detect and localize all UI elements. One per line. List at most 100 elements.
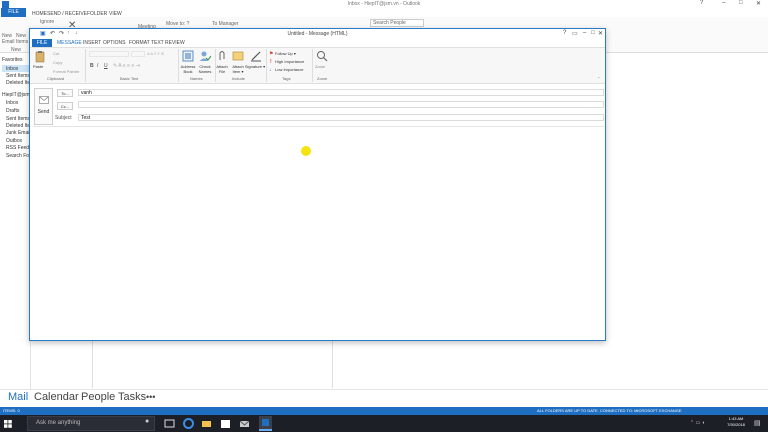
cc-button[interactable]: Cc... <box>57 102 73 110</box>
nav-calendar[interactable]: Calendar <box>34 391 79 403</box>
clipboard-group-label: Clipboard <box>47 76 65 81</box>
nav-tasks[interactable]: Tasks <box>118 391 146 403</box>
notification-icon[interactable]: ▤ <box>754 419 761 427</box>
font-size-dropdown[interactable] <box>131 51 145 57</box>
follow-up-button[interactable]: Follow Up ▾ <box>275 51 296 56</box>
paste-icon[interactable] <box>34 50 46 63</box>
attach-item-icon[interactable] <box>232 50 244 62</box>
outlook-minimize-icon[interactable]: – <box>722 0 725 6</box>
pane-divider[interactable] <box>92 340 93 388</box>
attach-file-icon[interactable] <box>217 50 227 62</box>
new-email-button[interactable]: New Email <box>2 33 16 45</box>
low-importance-icon[interactable]: ↓ <box>269 67 272 73</box>
message-body-editor[interactable] <box>33 126 604 339</box>
paste-button[interactable]: Paste <box>33 64 43 69</box>
send-envelope-icon <box>39 96 49 104</box>
format-painter-button[interactable]: Format Painter <box>53 69 79 74</box>
taskbar-clock[interactable]: 1:43 AM 7/30/2018 <box>722 416 750 428</box>
message-close-icon[interactable]: ✕ <box>598 30 603 37</box>
subject-field[interactable]: Test <box>78 114 604 121</box>
outlook-help-icon[interactable]: ? <box>700 0 703 6</box>
nav-mail[interactable]: Mail <box>8 391 28 403</box>
group-separator <box>266 49 267 82</box>
address-book-icon[interactable] <box>182 50 194 62</box>
file-explorer-icon[interactable] <box>201 418 212 429</box>
check-names-button[interactable]: Check Names <box>196 64 214 74</box>
favorites-header[interactable]: Favorites <box>2 57 23 63</box>
zoom-button[interactable]: Zoom <box>315 64 325 69</box>
check-names-icon[interactable] <box>199 50 211 62</box>
status-connected: CONNECTED TO: MICROSOFT EXCHANGE <box>600 408 682 413</box>
message-maximize-icon[interactable]: □ <box>591 30 595 36</box>
high-importance-button[interactable]: High Importance <box>275 59 304 64</box>
message-minimize-icon[interactable]: – <box>583 30 586 36</box>
move-to-button[interactable]: Move to: ? <box>166 21 189 27</box>
favorites-inbox[interactable]: Inbox <box>6 66 18 72</box>
follow-up-flag-icon[interactable]: ⚑ <box>269 51 273 57</box>
font-name-dropdown[interactable] <box>89 51 129 57</box>
edge-icon[interactable] <box>183 418 194 429</box>
store-icon[interactable] <box>220 418 231 429</box>
tab-review[interactable]: REVIEW <box>165 40 185 46</box>
copy-button[interactable]: Copy <box>53 60 62 65</box>
to-button[interactable]: To... <box>57 89 73 97</box>
subject-label: Subject <box>55 115 72 121</box>
status-items: ITEMS: 0 <box>3 408 20 413</box>
system-tray-icons[interactable]: ⌃ ▭ ◖ <box>690 420 705 426</box>
attach-file-button[interactable]: Attach File <box>215 64 229 74</box>
message-restore-icon[interactable]: ▭ <box>572 30 578 37</box>
include-group-label: Include <box>232 76 245 81</box>
to-field[interactable]: vanh <box>78 89 604 96</box>
tab-message[interactable]: MESSAGE <box>57 40 82 46</box>
nav-people[interactable]: People <box>81 391 115 403</box>
address-book-button[interactable]: Address Book <box>179 64 197 74</box>
task-view-icon[interactable] <box>164 418 175 429</box>
search-people-input[interactable]: Search People <box>370 19 424 27</box>
outlook-maximize-icon[interactable]: □ <box>739 0 743 6</box>
high-importance-icon[interactable]: ! <box>270 59 272 65</box>
highlight-icon[interactable]: ✎ A ≡ ≡ ≡ ⇥ <box>113 63 140 69</box>
taskbar-search-input[interactable]: Ask me anything <box>27 416 155 431</box>
new-message-window: ▣ ↶ ↷ ↑ ↓ Untitled - Message (HTML) ? ▭ … <box>29 28 606 341</box>
mail-app-icon[interactable] <box>239 418 250 429</box>
tab-format-text[interactable]: FORMAT TEXT <box>129 40 164 46</box>
account-header[interactable]: HiepIT@jsm <box>2 92 30 98</box>
low-importance-button[interactable]: Low Importance <box>275 67 303 72</box>
ignore-button[interactable]: Ignore <box>40 19 54 25</box>
outlook-taskbar-icon[interactable] <box>259 416 272 431</box>
folder-junk-email[interactable]: Junk Email <box>6 130 30 136</box>
text-format-icons[interactable]: A A ≡ ≡ ⊘ <box>147 51 164 56</box>
zoom-icon[interactable] <box>316 50 328 62</box>
status-folders: ALL FOLDERS ARE UP TO DATE. <box>537 408 599 413</box>
new-items-button[interactable]: New Items <box>16 33 30 45</box>
folder-sent-items[interactable]: Sent Items <box>6 116 30 122</box>
folder-rss-feeds[interactable]: RSS Feeds <box>6 145 32 151</box>
message-file-tab[interactable]: FILE <box>32 39 52 47</box>
group-separator <box>85 49 86 82</box>
nav-more[interactable]: ••• <box>146 392 155 402</box>
signature-button[interactable]: Signature ▾ <box>244 64 266 69</box>
folder-outbox[interactable]: Outbox <box>6 138 22 144</box>
italic-button[interactable]: I <box>97 63 98 69</box>
group-separator <box>312 49 313 82</box>
microphone-icon[interactable]: ● <box>145 418 156 429</box>
mouse-cursor-highlight <box>301 146 311 156</box>
to-manager-button[interactable]: To Manager <box>212 21 238 27</box>
tab-options[interactable]: OPTIONS <box>103 40 126 46</box>
collapse-ribbon-icon[interactable]: ⌃ <box>597 76 600 81</box>
cut-button[interactable]: Cut <box>53 51 59 56</box>
status-bar: ITEMS: 0 ALL FOLDERS ARE UP TO DATE. CON… <box>0 407 768 415</box>
folder-drafts[interactable]: Drafts <box>6 108 19 114</box>
outlook-close-icon[interactable]: ✕ <box>756 0 761 7</box>
bold-button[interactable]: B <box>90 63 94 69</box>
windows-start-icon[interactable] <box>0 415 16 432</box>
favorites-sent-items[interactable]: Sent Items <box>6 73 30 79</box>
tab-insert[interactable]: INSERT <box>83 40 101 46</box>
underline-button[interactable]: U <box>104 63 108 69</box>
outlook-file-tab[interactable]: FILE <box>1 8 26 17</box>
signature-icon[interactable] <box>250 50 262 62</box>
message-help-icon[interactable]: ? <box>563 30 566 36</box>
send-button[interactable] <box>34 88 53 125</box>
folder-inbox[interactable]: Inbox <box>6 100 18 106</box>
cc-field[interactable] <box>78 101 604 108</box>
